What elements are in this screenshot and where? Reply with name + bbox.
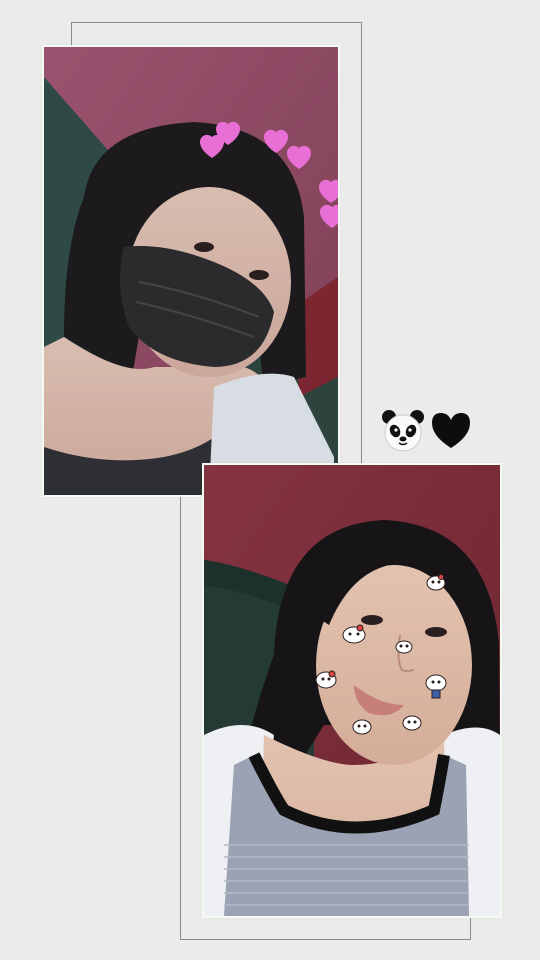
photo-bottom-image [204,465,500,916]
collage-canvas [0,0,540,960]
photo-top [44,47,338,495]
emoji-sticker-row [380,408,474,454]
panda-face-icon [380,408,426,454]
photo-top-image [44,47,338,495]
black-heart-icon [428,408,474,454]
photo-bottom [204,465,500,916]
